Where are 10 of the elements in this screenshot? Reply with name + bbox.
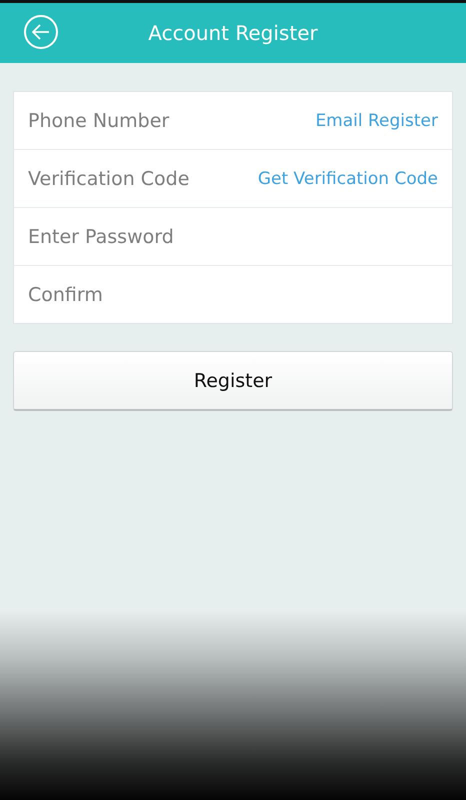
page-title: Account Register (148, 21, 318, 45)
arrow-left-icon (32, 24, 50, 40)
input-field[interactable]: Phone Number (28, 110, 316, 132)
input-field[interactable]: Confirm (28, 284, 438, 306)
back-button[interactable] (24, 15, 58, 49)
link[interactable]: Email Register (315, 110, 438, 130)
register-button[interactable]: Register (13, 351, 453, 411)
input-field[interactable]: Verification Code (28, 168, 258, 190)
input-field[interactable]: Enter Password (28, 226, 438, 248)
link[interactable]: Get Verification Code (258, 168, 438, 188)
